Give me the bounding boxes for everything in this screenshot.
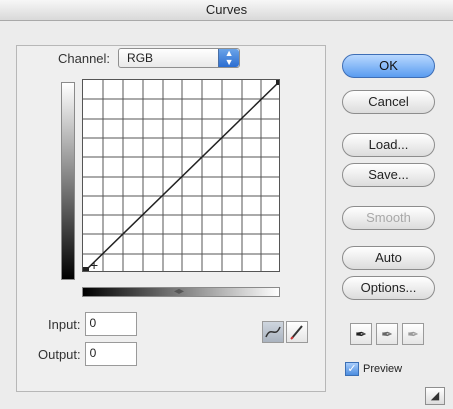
white-eyedropper-icon[interactable]: ✒: [402, 323, 424, 345]
up-down-arrow-icon: ▲ ▼: [218, 49, 240, 67]
load-button[interactable]: Load...: [342, 133, 435, 157]
double-arrow-icon[interactable]: ◂▸: [174, 286, 184, 297]
auto-button[interactable]: Auto: [342, 246, 435, 270]
preview-label: Preview: [363, 363, 403, 375]
smooth-button[interactable]: Smooth: [342, 206, 435, 230]
curve-point-tool-icon[interactable]: [262, 321, 284, 343]
curve-tool-glyph: [265, 326, 281, 338]
input-field[interactable]: 0: [84, 312, 137, 336]
input-label: Input:: [48, 316, 81, 332]
output-field[interactable]: 0: [84, 342, 137, 366]
pencil-glyph: [290, 325, 303, 340]
curves-window: Curves Channel: RGB ▲ ▼ + ◂▸ Input: 0 Ou…: [0, 0, 453, 409]
save-button[interactable]: Save...: [342, 163, 435, 187]
pencil-icon[interactable]: [286, 321, 308, 343]
curve-endpoint-black[interactable]: [83, 267, 89, 272]
crosshair-cursor-icon: +: [90, 257, 98, 272]
window-title: Curves: [0, 0, 453, 21]
gray-eyedropper-icon[interactable]: ✒: [376, 323, 398, 345]
options-button[interactable]: Options...: [342, 276, 435, 300]
curve-graph[interactable]: +: [82, 79, 280, 272]
output-label: Output:: [38, 346, 81, 362]
curve-grid-svg: +: [83, 80, 280, 272]
channel-label: Channel:: [58, 50, 111, 66]
black-eyedropper-icon[interactable]: ✒: [350, 323, 372, 345]
channel-row: Channel: RGB ▲ ▼: [52, 46, 247, 70]
input-row: Input: 0: [48, 312, 137, 336]
channel-select[interactable]: RGB ▲ ▼: [118, 48, 241, 68]
output-row: Output: 0: [38, 342, 137, 366]
curve-endpoint-white[interactable]: [276, 80, 280, 85]
preview-toggle[interactable]: ✓ Preview: [345, 362, 402, 376]
preview-checkbox[interactable]: ✓: [345, 362, 359, 376]
resize-grip-icon[interactable]: ◢: [425, 387, 445, 405]
ok-button[interactable]: OK: [342, 54, 435, 78]
output-gradient-bar: [61, 82, 75, 280]
cancel-button[interactable]: Cancel: [342, 90, 435, 114]
channel-value: RGB: [127, 51, 154, 65]
